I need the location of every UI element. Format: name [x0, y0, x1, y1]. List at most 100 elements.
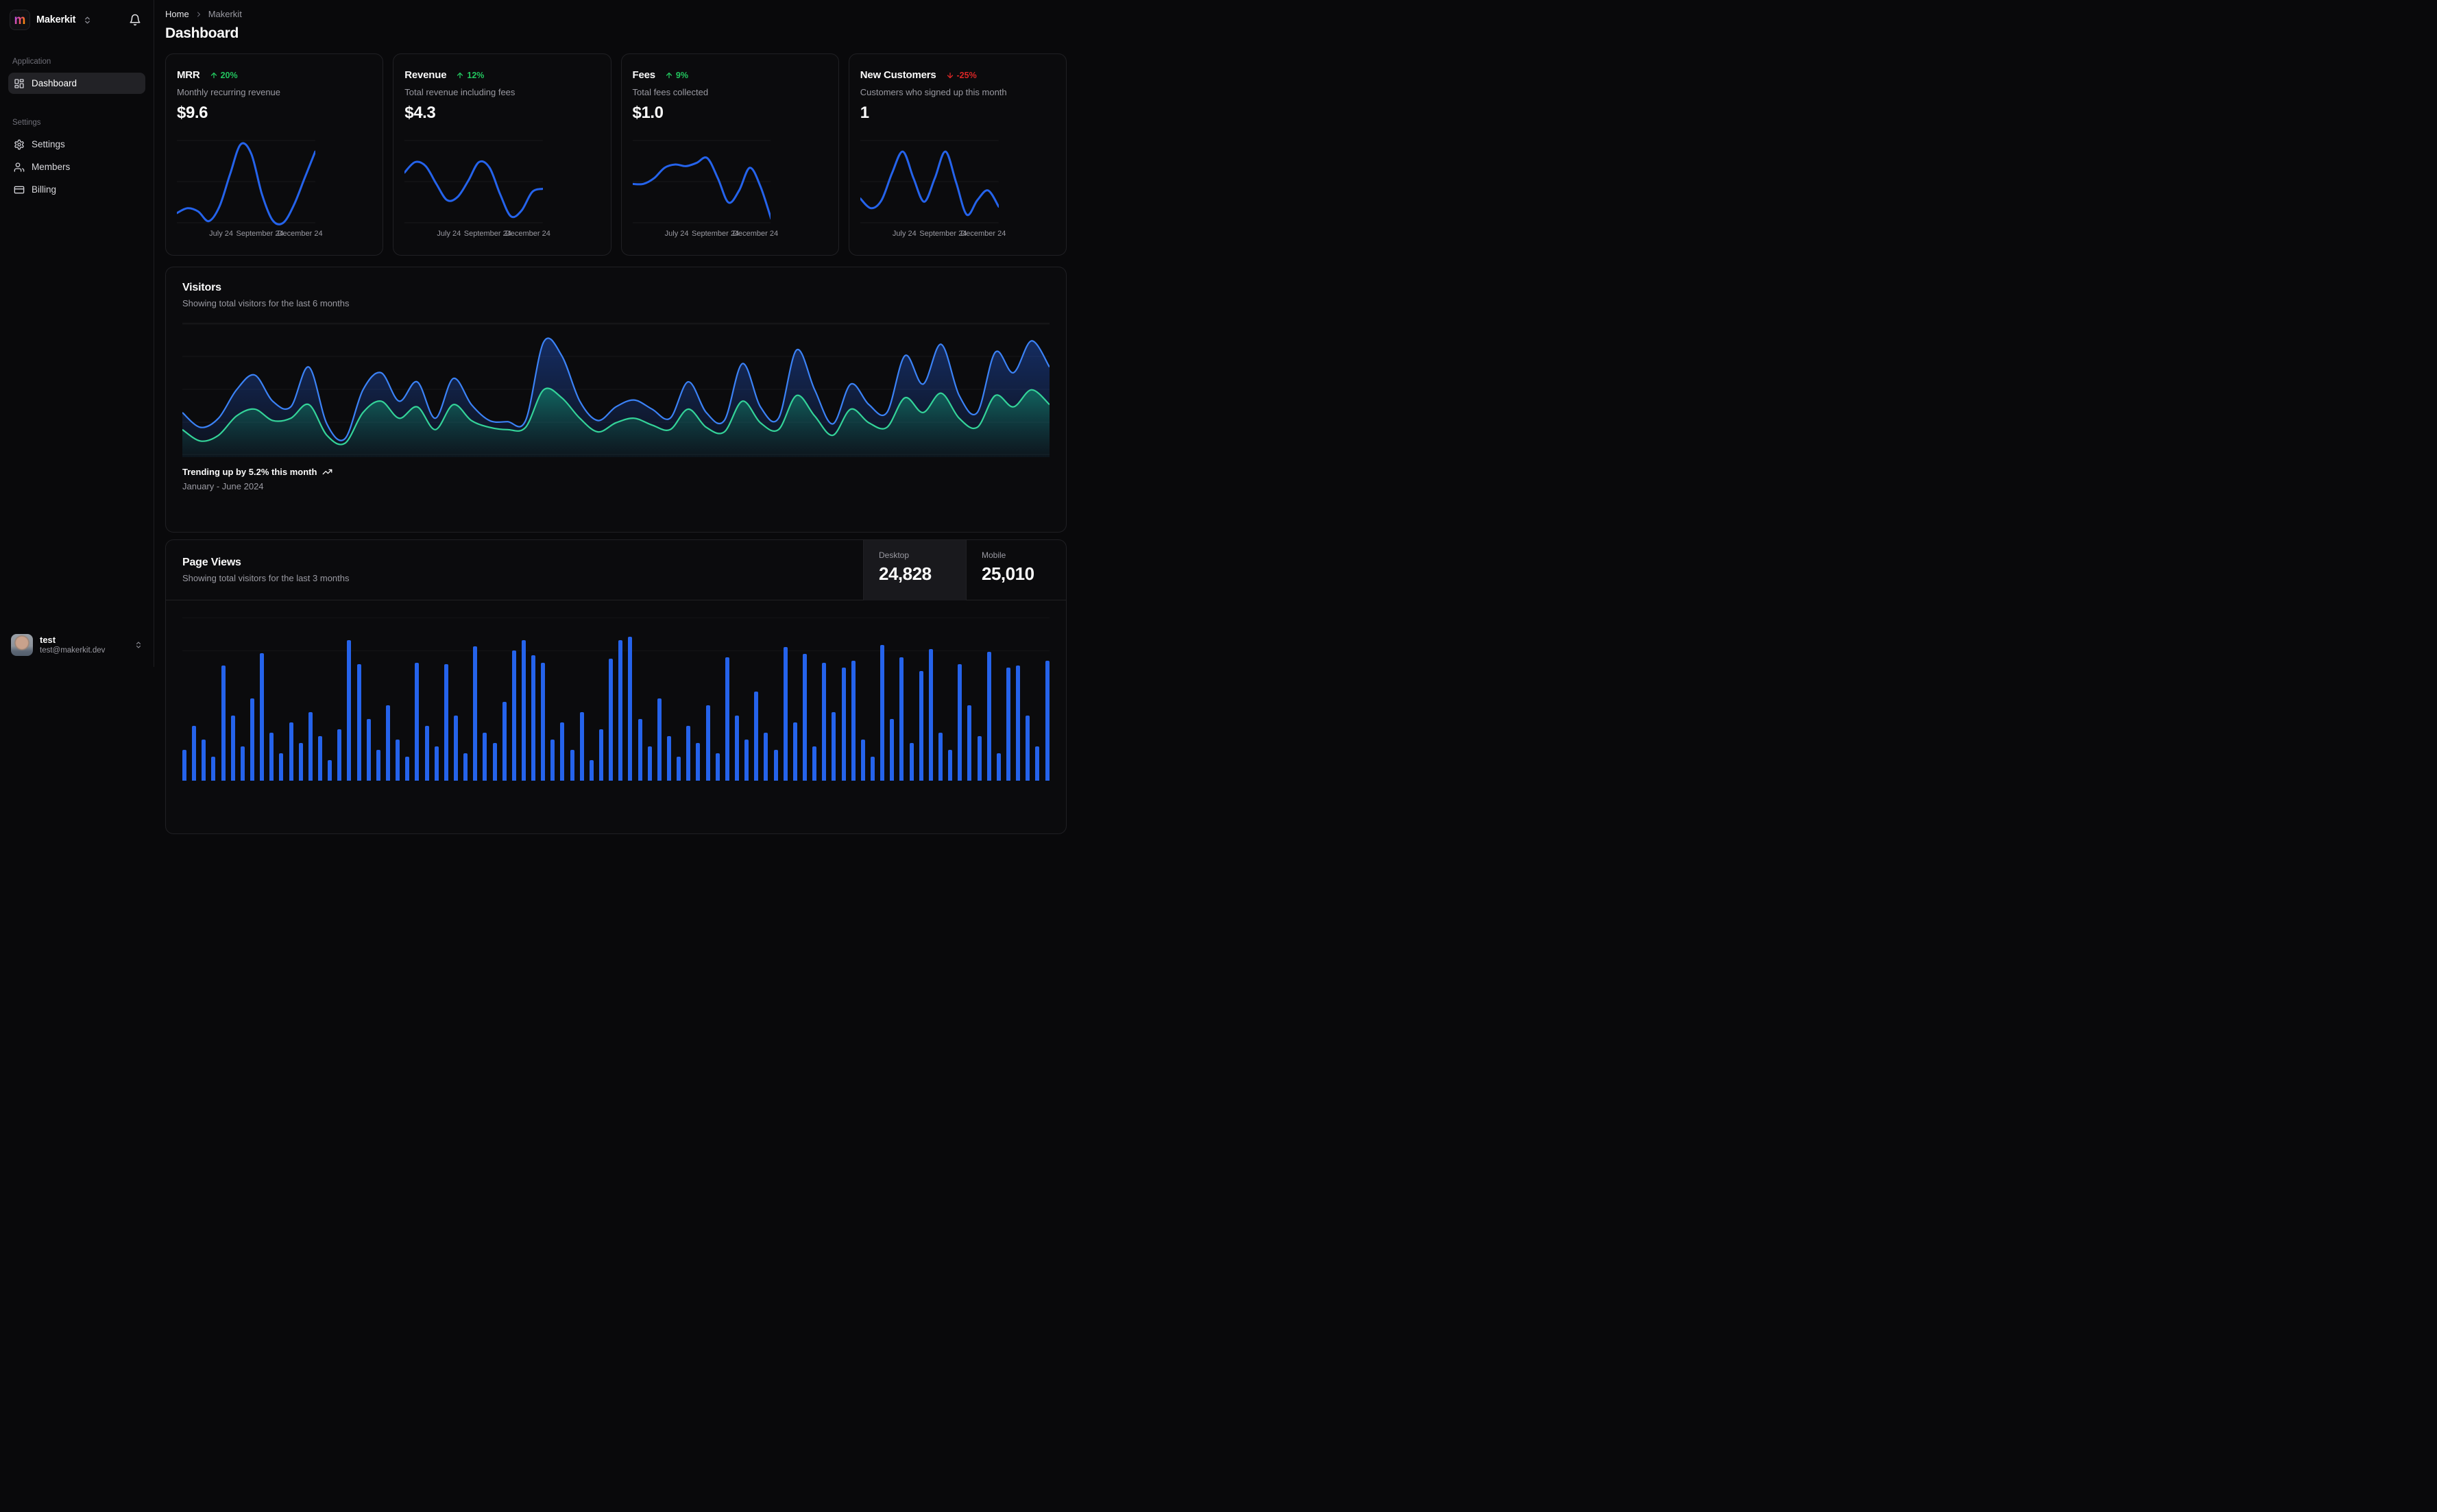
bar — [521, 640, 526, 781]
bar — [909, 743, 914, 781]
page-views-tabs: Desktop 24,828 Mobile 25,010 — [863, 540, 1066, 600]
sidebar-item-label: Dashboard — [32, 78, 77, 88]
bar — [773, 750, 778, 781]
bell-icon — [130, 14, 141, 26]
x-tick-label: December 24 — [960, 230, 1006, 238]
bar — [880, 645, 885, 781]
bar — [424, 726, 429, 781]
tab-desktop[interactable]: Desktop 24,828 — [863, 540, 966, 600]
bar — [347, 640, 352, 781]
bar — [289, 722, 293, 781]
stat-description: Total revenue including fees — [404, 87, 516, 97]
bar — [473, 646, 478, 781]
bar — [579, 712, 584, 781]
nav-section-label: Settings — [12, 119, 41, 127]
chevron-right-icon — [195, 10, 203, 19]
bar — [996, 753, 1001, 781]
x-tick-label: September 24 — [919, 230, 967, 238]
fees-sparkline-chart — [633, 135, 771, 228]
visitors-subtitle: Showing total visitors for the last 6 mo… — [182, 298, 350, 308]
bar — [822, 663, 827, 781]
bar — [1035, 746, 1040, 781]
visitors-trend-text: Trending up by 5.2% this month — [182, 467, 317, 477]
bar — [444, 664, 448, 781]
bar — [550, 740, 555, 781]
x-tick-label: December 24 — [733, 230, 779, 238]
makerkit-logo: m — [10, 10, 30, 30]
sidebar-item-billing[interactable]: Billing — [8, 179, 145, 200]
bar — [890, 719, 895, 781]
bar — [696, 743, 701, 781]
nav-section-label: Application — [12, 58, 51, 66]
stat-cards-row: MRR 20% Monthly recurring revenue $9.6 J… — [165, 53, 1067, 256]
bar — [1006, 668, 1010, 781]
x-tick-label: December 24 — [505, 230, 550, 238]
bar — [502, 702, 507, 781]
bar — [744, 740, 749, 781]
user-menu[interactable]: test test@makerkit.dev — [8, 631, 145, 659]
bar — [366, 719, 371, 781]
bar — [938, 733, 943, 781]
workspace-switcher[interactable]: m Makerkit — [8, 8, 145, 32]
bar — [803, 654, 807, 781]
bar — [948, 750, 953, 781]
sidebar-item-dashboard[interactable]: Dashboard — [8, 73, 145, 94]
x-tick-label: July 24 — [437, 230, 461, 238]
new-customers-sparkline-chart — [860, 135, 999, 228]
bar — [919, 671, 923, 781]
bar — [638, 719, 642, 781]
bar — [792, 722, 797, 781]
bar — [1045, 661, 1050, 781]
bar — [317, 736, 322, 781]
bar — [764, 733, 768, 781]
bar — [870, 757, 875, 781]
x-tick-label: September 24 — [463, 230, 511, 238]
bar — [483, 733, 487, 781]
bar — [230, 716, 235, 781]
tab-mobile[interactable]: Mobile 25,010 — [966, 540, 1066, 600]
credit-card-icon — [14, 184, 25, 195]
breadcrumb-current: Makerkit — [208, 9, 242, 19]
revenue-sparkline-chart — [404, 135, 543, 228]
bar — [860, 740, 865, 781]
bar — [453, 716, 458, 781]
bar — [725, 657, 729, 781]
stat-value: 1 — [860, 103, 869, 122]
stat-card-mrr: MRR 20% Monthly recurring revenue $9.6 J… — [165, 53, 384, 256]
bar — [686, 726, 691, 781]
sidebar-item-members[interactable]: Members — [8, 156, 145, 178]
bar — [628, 637, 633, 781]
x-tick-label: July 24 — [209, 230, 234, 238]
bar — [260, 653, 265, 781]
bar — [434, 746, 439, 781]
notifications-button[interactable] — [126, 11, 144, 29]
bar — [385, 705, 390, 781]
bar — [308, 712, 313, 781]
bar — [250, 698, 254, 781]
breadcrumb-home-link[interactable]: Home — [165, 9, 189, 19]
arrow-up-icon — [210, 72, 217, 78]
bar — [735, 716, 740, 781]
sidebar-item-settings[interactable]: Settings — [8, 134, 145, 155]
visitors-card: Visitors Showing total visitors for the … — [165, 267, 1067, 533]
bar — [531, 655, 536, 781]
trend-value: 9% — [675, 70, 688, 80]
page-views-bar-chart — [182, 609, 1050, 781]
visitors-area-chart — [182, 324, 1050, 457]
bar — [928, 649, 933, 781]
bar — [851, 661, 856, 781]
bar — [211, 757, 216, 781]
sidebar-nav: Application Dashboard Settings Settings … — [8, 58, 145, 202]
stat-card-fees: Fees 9% Total fees collected $1.0 July 2… — [620, 53, 839, 256]
visitors-title: Visitors — [182, 282, 221, 293]
x-tick-label: July 24 — [892, 230, 917, 238]
bar — [298, 743, 303, 781]
trend-badge: 12% — [456, 71, 484, 80]
breadcrumb: Home Makerkit — [165, 9, 1067, 19]
sparkline-x-labels: July 24 September 24 December 24 — [860, 230, 1006, 241]
user-name: test — [40, 634, 56, 645]
stat-value: $1.0 — [632, 103, 664, 122]
sidebar-item-label: Settings — [32, 139, 65, 149]
trend-badge: 9% — [665, 71, 688, 80]
gear-icon — [14, 139, 25, 150]
